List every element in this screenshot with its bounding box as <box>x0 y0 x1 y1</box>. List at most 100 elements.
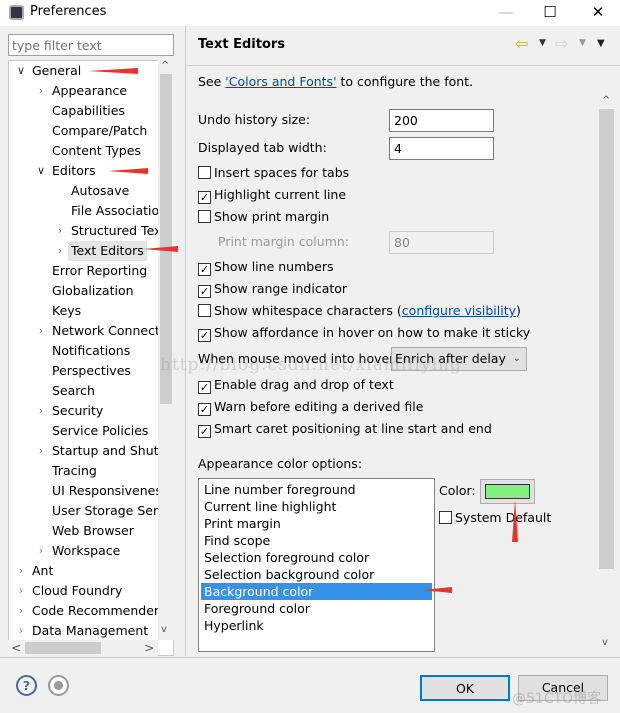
checkbox-checked[interactable]: ✓ <box>198 285 211 298</box>
page-vertical-scrollbar[interactable]: ^ v <box>598 95 615 655</box>
ok-button[interactable]: OK <box>420 675 510 701</box>
colors-and-fonts-link[interactable]: 'Colors and Fonts' <box>225 74 336 89</box>
chevron-right-icon[interactable]: › <box>15 561 27 581</box>
tree-item-label: Service Policies <box>52 423 149 438</box>
checkbox-row[interactable]: ✓ Highlight current line <box>198 185 346 205</box>
color-option-item[interactable]: Hyperlink <box>201 617 432 634</box>
color-option-item[interactable]: Print margin <box>201 515 432 532</box>
checkbox-row[interactable]: Insert spaces for tabs <box>198 163 349 183</box>
checkbox-row[interactable]: ✓ Warn before editing a derived file <box>198 397 423 417</box>
checkbox-label: Show line numbers <box>214 259 334 274</box>
minimize-button[interactable]: — <box>486 0 526 26</box>
view-menu-icon[interactable]: ▼ <box>597 38 605 49</box>
forward-arrow-icon[interactable]: ⇨ <box>555 34 568 53</box>
checkbox-unchecked[interactable] <box>198 166 211 179</box>
tree-item-label: Error Reporting <box>52 263 148 278</box>
chevron-down-icon[interactable]: ∨ <box>35 161 47 181</box>
scroll-thumb[interactable] <box>25 642 101 654</box>
forward-menu-chevron-icon[interactable]: ▼ <box>579 38 586 48</box>
splitter[interactable] <box>185 26 186 656</box>
scroll-down-icon[interactable]: v <box>161 624 167 635</box>
undo-history-input[interactable]: 200 <box>389 109 494 132</box>
watermark: @51CTO博客 <box>512 691 602 707</box>
checkbox-row[interactable]: Show whitespace characters (configure vi… <box>198 301 521 321</box>
chevron-right-icon[interactable]: › <box>35 81 47 101</box>
page-header: Text Editors ⇦ ▼ ⇨ ▼ ▼ <box>187 26 620 66</box>
checkbox-checked[interactable]: ✓ <box>198 381 211 394</box>
annotation-arrow <box>88 68 138 74</box>
checkbox-row[interactable]: ✓ Show range indicator <box>198 279 347 299</box>
page-title: Text Editors <box>198 37 286 52</box>
checkbox-unchecked[interactable] <box>198 304 211 317</box>
filter-input[interactable] <box>8 34 174 56</box>
appearance-label: Appearance color options: <box>198 456 363 471</box>
footer-divider <box>0 657 620 658</box>
scroll-up-icon[interactable]: ^ <box>161 60 169 71</box>
tree-item-label: User Storage Service <box>52 503 174 518</box>
checkbox-row[interactable]: ✓ Show affordance in hover on how to make… <box>198 323 530 343</box>
scroll-right-icon[interactable]: > <box>144 640 154 655</box>
tree-item-label: General <box>32 63 82 78</box>
color-option-item[interactable]: Find scope <box>201 532 432 549</box>
checkbox-row[interactable]: ✓ Enable drag and drop of text <box>198 375 394 395</box>
checkbox-row[interactable]: ✓ Smart caret positioning at line start a… <box>198 419 492 439</box>
tree-item-label: Workspace <box>52 543 121 558</box>
tab-width-input[interactable]: 4 <box>389 137 494 160</box>
back-menu-chevron-icon[interactable]: ▼ <box>539 38 546 48</box>
color-picker-button[interactable] <box>480 479 535 504</box>
close-button[interactable]: ✕ <box>578 0 618 26</box>
checkbox-checked[interactable]: ✓ <box>198 263 211 276</box>
help-icon[interactable]: ? <box>16 675 37 696</box>
title-bar: Preferences — ☐ ✕ <box>0 0 620 26</box>
checkbox-checked[interactable]: ✓ <box>198 329 211 342</box>
scroll-thumb[interactable] <box>599 109 614 569</box>
system-default-checkbox[interactable]: System Default <box>439 508 551 528</box>
tree-item-label: Editors <box>52 163 96 178</box>
color-label: Color: <box>439 483 476 498</box>
chevron-right-icon[interactable]: › <box>15 581 27 601</box>
tree-item-label: Content Types <box>52 143 141 158</box>
scroll-left-icon[interactable]: < <box>11 640 21 655</box>
chevron-right-icon[interactable]: › <box>54 241 66 261</box>
checkbox-label: Show print margin <box>214 209 330 224</box>
chevron-right-icon[interactable]: › <box>35 541 47 561</box>
import-export-icon[interactable] <box>48 675 69 696</box>
color-option-item[interactable]: Foreground color <box>201 600 432 617</box>
checkbox-label: Insert spaces for tabs <box>214 165 350 180</box>
chevron-right-icon[interactable]: › <box>35 401 47 421</box>
chevron-down-icon[interactable]: ∨ <box>15 61 27 81</box>
color-option-item[interactable]: Current line highlight <box>201 498 432 515</box>
tree-vertical-scrollbar[interactable]: ^ v <box>158 60 174 640</box>
checkbox-label: Enable drag and drop of text <box>214 377 394 392</box>
checkbox-checked[interactable]: ✓ <box>198 191 211 204</box>
checkbox-unchecked[interactable] <box>198 210 211 223</box>
checkbox-box[interactable] <box>439 511 452 524</box>
annotation-arrow <box>422 587 452 593</box>
tree-item-label: Web Browser <box>52 523 134 538</box>
tree-horizontal-scrollbar[interactable]: < > <box>8 640 158 656</box>
configure-visibility-link[interactable]: configure visibility <box>402 303 516 318</box>
color-option-item[interactable]: Selection foreground color <box>201 549 432 566</box>
scroll-down-icon[interactable]: v <box>602 637 608 648</box>
app-icon <box>9 5 24 20</box>
color-swatch <box>485 484 530 499</box>
checkbox-checked[interactable]: ✓ <box>198 425 211 438</box>
tree-item-label: UI Responsiveness <box>52 483 169 498</box>
tree-item-label: Code Recommenders <box>32 603 166 618</box>
maximize-button[interactable]: ☐ <box>530 0 570 26</box>
color-option-item[interactable]: Line number foreground <box>201 481 432 498</box>
chevron-right-icon[interactable]: › <box>15 621 27 641</box>
back-arrow-icon[interactable]: ⇦ <box>515 34 528 53</box>
chevron-right-icon[interactable]: › <box>15 601 27 621</box>
checkbox-row[interactable]: Show print margin <box>198 207 329 227</box>
color-options-list[interactable]: Line number foreground Current line highl… <box>198 478 435 652</box>
color-option-item[interactable]: Background color <box>201 583 432 600</box>
tree-item-label: Network Connections <box>52 323 174 338</box>
chevron-right-icon[interactable]: › <box>54 221 66 241</box>
checkbox-checked[interactable]: ✓ <box>198 403 211 416</box>
color-option-item[interactable]: Selection background color <box>201 566 432 583</box>
checkbox-row[interactable]: ✓ Show line numbers <box>198 257 334 277</box>
scroll-up-icon[interactable]: ^ <box>602 95 610 106</box>
chevron-right-icon[interactable]: › <box>35 321 47 341</box>
chevron-right-icon[interactable]: › <box>35 441 47 461</box>
